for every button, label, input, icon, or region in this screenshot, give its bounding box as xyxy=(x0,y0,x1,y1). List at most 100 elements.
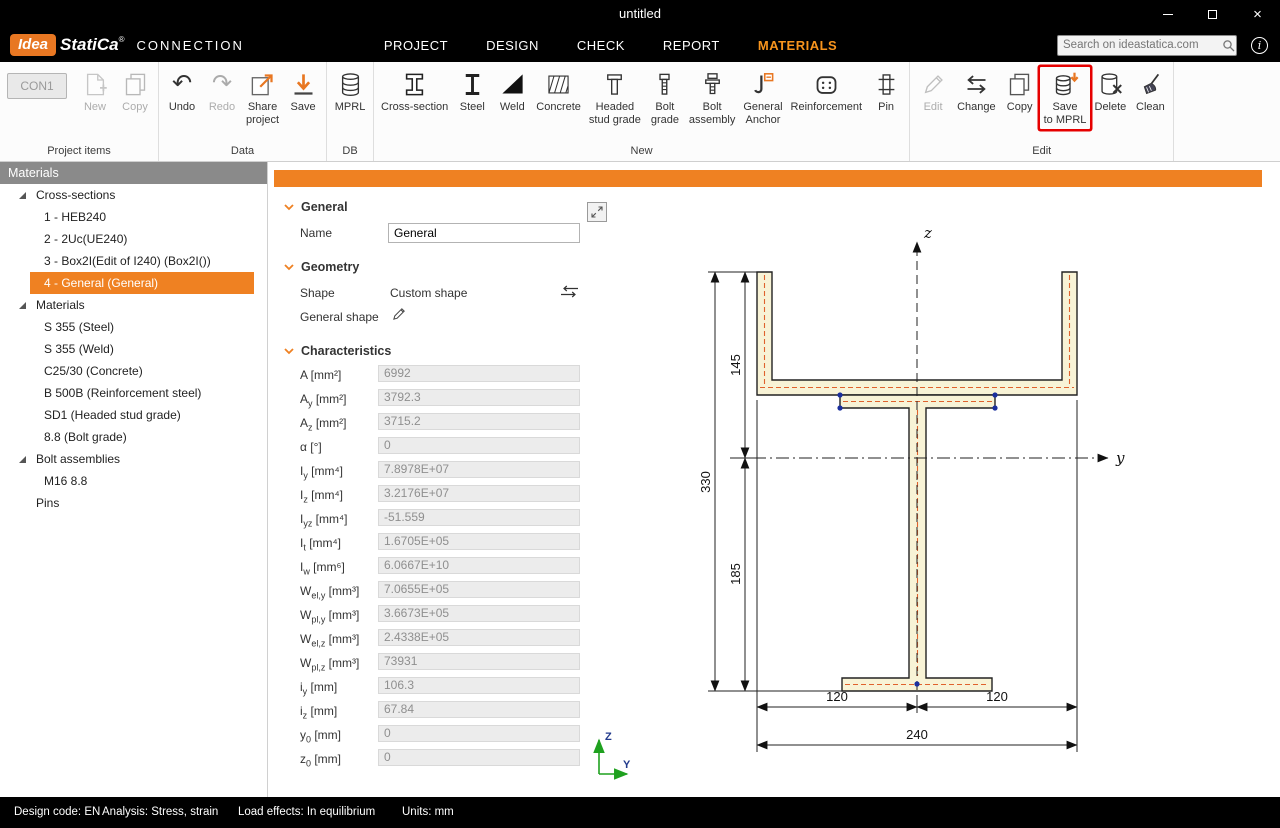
tree-item-pins[interactable]: Pins xyxy=(0,492,267,514)
db-icon xyxy=(337,69,364,99)
ribbon-group-db: MPRLDB xyxy=(327,62,374,161)
ribbon-button-label: Copy xyxy=(122,101,148,114)
ribbon-button-reinforcement[interactable]: Reinforcement xyxy=(787,67,867,116)
tree-item-label: 1 - HEB240 xyxy=(44,210,106,224)
characteristic-value-Wplz: 73931 xyxy=(378,653,580,670)
ribbon-button-cross-section[interactable]: Cross-section xyxy=(377,67,452,116)
ribbon-button-weld[interactable]: Weld xyxy=(492,67,532,116)
minimize-button[interactable] xyxy=(1145,0,1190,28)
name-input[interactable] xyxy=(388,223,580,243)
ribbon-button-save-to-mprl[interactable]: Save to MPRL xyxy=(1040,67,1091,129)
characteristic-value-Iw: 6.0667E+10 xyxy=(378,557,580,574)
characteristic-label: Iy [mm⁴] xyxy=(300,464,343,480)
tree-item-m16-8-8[interactable]: M16 8.8 xyxy=(30,470,254,492)
tree-expander-icon[interactable] xyxy=(19,302,26,309)
ribbon-button-label: New xyxy=(84,101,106,114)
bolt-assembly-icon xyxy=(699,69,726,99)
ribbon-button-label: Edit xyxy=(924,101,943,114)
tab-design[interactable]: DESIGN xyxy=(486,38,539,53)
tree-item-sd1-headed-stud-grade[interactable]: SD1 (Headed stud grade) xyxy=(30,404,254,426)
tab-materials[interactable]: MATERIALS xyxy=(758,38,837,53)
ribbon-button-copy[interactable]: Copy xyxy=(1000,67,1040,116)
ribbon-button-pin[interactable]: Pin xyxy=(866,67,906,116)
fit-view-button[interactable] xyxy=(587,202,607,222)
tree-item-s-355-weld[interactable]: S 355 (Weld) xyxy=(30,338,254,360)
section-general[interactable]: General xyxy=(284,200,348,214)
characteristic-label: α [°] xyxy=(300,440,322,454)
ribbon-button-bolt-grade[interactable]: Bolt grade xyxy=(645,67,685,129)
section-characteristics[interactable]: Characteristics xyxy=(284,344,391,358)
edit-shape-button[interactable] xyxy=(392,306,407,321)
new-icon xyxy=(82,69,109,99)
search-input[interactable] xyxy=(1058,39,1222,51)
characteristic-row-Iyz: Iyz [mm⁴]-51.559 xyxy=(300,508,600,532)
tree-item-b-500b-reinforcement-steel[interactable]: B 500B (Reinforcement steel) xyxy=(30,382,254,404)
tree-item-3-box2i-edit-of-i240-box2i[interactable]: 3 - Box2I(Edit of I240) (Box2I()) xyxy=(30,250,254,272)
coordinate-triad: Z Y xyxy=(585,728,635,783)
characteristic-row-Wply: Wpl,y [mm³]3.6673E+05 xyxy=(300,604,600,628)
close-button[interactable]: × xyxy=(1235,0,1280,28)
characteristic-label: Wel,y [mm³] xyxy=(300,584,359,600)
tree-item-4-general-general[interactable]: 4 - General (General) xyxy=(30,272,254,294)
characteristic-row-iz: iz [mm]67.84 xyxy=(300,700,600,724)
reinforcement-icon xyxy=(813,69,840,99)
shape-label: Shape xyxy=(300,286,335,300)
tree-item-cross-sections[interactable]: Cross-sections xyxy=(0,184,267,206)
tab-project[interactable]: PROJECT xyxy=(384,38,448,53)
ribbon-button-delete[interactable]: Delete xyxy=(1090,67,1130,116)
ribbon-button-label: Clean xyxy=(1136,101,1165,114)
tree-item-s-355-steel[interactable]: S 355 (Steel) xyxy=(30,316,254,338)
characteristic-row-Iz: Iz [mm⁴]3.2176E+07 xyxy=(300,484,600,508)
section-geometry[interactable]: Geometry xyxy=(284,260,359,274)
ribbon-button-steel[interactable]: Steel xyxy=(452,67,492,116)
swap-shape-button[interactable] xyxy=(560,285,579,298)
tree-expander-icon[interactable] xyxy=(19,456,26,463)
content: Materials Cross-sections 1 - HEB240 2 - 2U… xyxy=(0,162,1280,797)
ribbon-button-save[interactable]: Save xyxy=(283,67,323,116)
tree-item-label: Pins xyxy=(36,496,59,510)
characteristic-label: y0 [mm] xyxy=(300,728,341,744)
ribbon-button-clean[interactable]: Clean xyxy=(1130,67,1170,116)
ribbon-button-share-project[interactable]: Share project xyxy=(242,67,283,129)
ribbon-button-undo[interactable]: ↶ Undo xyxy=(162,67,202,116)
info-icon[interactable]: i xyxy=(1251,37,1268,54)
steel-icon xyxy=(459,69,486,99)
tree-item-materials[interactable]: Materials xyxy=(0,294,267,316)
characteristics-rows: A [mm²]6992Ay [mm²]3792.3Az [mm²]3715.2α… xyxy=(300,364,600,772)
ribbon-button-headed-stud-grade[interactable]: Headed stud grade xyxy=(585,67,645,129)
characteristic-label: Iyz [mm⁴] xyxy=(300,512,348,528)
ribbon-button-label: Steel xyxy=(460,101,485,114)
tab-report[interactable]: REPORT xyxy=(663,38,720,53)
statica-logo: StatiCa xyxy=(60,35,119,55)
ribbon-button-concrete[interactable]: Concrete xyxy=(532,67,585,116)
ribbon-button-change[interactable]: Change xyxy=(953,67,1000,116)
y-axis-label: y xyxy=(1115,449,1125,467)
ribbon-button-label: Undo xyxy=(169,101,195,114)
undo-icon: ↶ xyxy=(172,69,192,99)
share-icon xyxy=(249,69,276,99)
search-box xyxy=(1057,35,1237,56)
tree-item-2-2uc-ue240[interactable]: 2 - 2Uc(UE240) xyxy=(30,228,254,250)
characteristic-value-iy: 106.3 xyxy=(378,677,580,694)
tree-item-1-heb240[interactable]: 1 - HEB240 xyxy=(30,206,254,228)
maximize-button[interactable] xyxy=(1190,0,1235,28)
tree-expander-icon[interactable] xyxy=(19,192,26,199)
ribbon-button-label: Headed stud grade xyxy=(589,101,641,127)
tree-item-8-8-bolt-grade[interactable]: 8.8 (Bolt grade) xyxy=(30,426,254,448)
ribbon-button-general-anchor[interactable]: General Anchor xyxy=(739,67,786,129)
sidebar-tree: Cross-sections 1 - HEB240 2 - 2Uc(UE240)3 … xyxy=(0,184,267,514)
edit-icon xyxy=(920,69,947,99)
delete-icon xyxy=(1097,69,1124,99)
search-icon[interactable] xyxy=(1222,39,1235,52)
sidebar: Materials Cross-sections 1 - HEB240 2 - 2U… xyxy=(0,162,268,797)
ribbon-button-label: Save to MPRL xyxy=(1044,101,1087,127)
copy-icon xyxy=(122,69,149,99)
ribbon-button-label: Concrete xyxy=(536,101,581,114)
tab-check[interactable]: CHECK xyxy=(577,38,625,53)
tree-item-c25-30-concrete[interactable]: C25/30 (Concrete) xyxy=(30,360,254,382)
characteristic-row-Wely: Wel,y [mm³]7.0655E+05 xyxy=(300,580,600,604)
ribbon-button-mprl[interactable]: MPRL xyxy=(330,67,370,116)
ribbon-button-bolt-assembly[interactable]: Bolt assembly xyxy=(685,67,739,129)
tree-item-bolt-assemblies[interactable]: Bolt assemblies xyxy=(0,448,267,470)
characteristic-row-alpha: α [°]0 xyxy=(300,436,600,460)
